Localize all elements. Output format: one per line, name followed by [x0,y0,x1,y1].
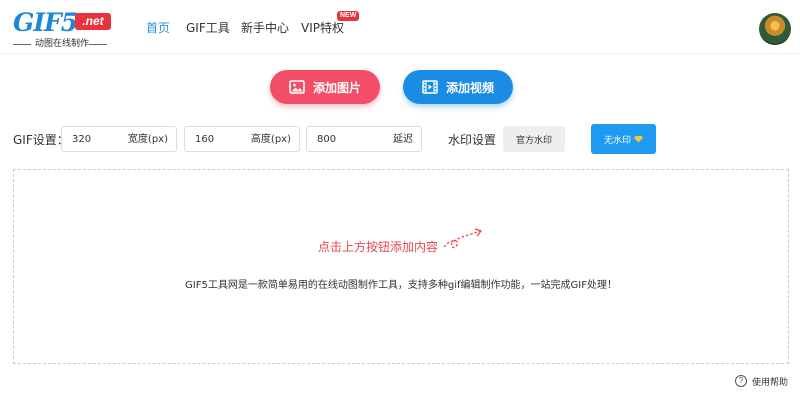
width-field[interactable]: 320 宽度(px) [61,126,177,152]
site-logo[interactable]: GIF5 .net 动图在线制作 [13,8,113,50]
delay-value: 800 [317,134,337,145]
help-label: 使用帮助 [752,377,789,388]
add-video-label: 添加视频 [445,80,494,95]
nav-item-vip[interactable]: VIP特权 [301,18,344,38]
logo-tagline: 动图在线制作 [35,39,90,49]
logo-suffix: .net [75,13,111,30]
help-link[interactable]: ? 使用帮助 [735,373,788,389]
delay-unit: 延迟 [393,134,413,145]
new-badge: NEW [337,11,360,21]
dropzone-description: GIF5工具网是一款简单易用的在线动图制作工具，支持多种gif编辑制作功能，一站… [185,280,617,291]
height-unit: 高度(px) [250,134,291,145]
nav-item-beginner-center[interactable]: 新手中心 [241,18,289,38]
height-field[interactable]: 160 高度(px) [184,126,300,152]
diamond-icon [634,135,643,143]
logo-tagline-row: 动图在线制作 [13,38,113,50]
delay-field[interactable]: 800 延迟 [306,126,422,152]
image-icon [289,80,305,94]
no-watermark-label: 无水印 [603,134,631,145]
nav-item-gif-tools[interactable]: GIF工具 [186,18,230,38]
user-avatar[interactable] [759,13,791,45]
official-watermark-button[interactable]: 官方水印 [503,126,565,152]
top-header: GIF5 .net 动图在线制作 首页 GIF工具 新手中心 VIP特权 NEW [0,0,800,54]
tagline-divider-right [89,44,107,45]
curly-arrow-icon [443,228,483,249]
add-image-label: 添加图片 [312,80,361,95]
tagline-divider-left [13,44,31,45]
height-value: 160 [195,134,215,145]
logo-text: GIF5 [13,8,78,37]
no-watermark-button[interactable]: 无水印 [591,124,656,154]
width-unit: 宽度(px) [127,134,168,145]
width-value: 320 [72,134,92,145]
add-image-button[interactable]: 添加图片 [270,70,380,104]
gif-settings-row: GIF设置： 320 宽度(px) 160 高度(px) 800 延迟 水印设置… [0,124,800,154]
question-icon: ? [735,375,747,387]
nav-item-home[interactable]: 首页 [146,18,170,38]
film-icon [422,80,438,94]
add-video-button[interactable]: 添加视频 [403,70,513,104]
dropzone-hint: 点击上方按钮添加内容 [318,240,439,254]
content-dropzone[interactable]: 点击上方按钮添加内容 GIF5工具网是一款简单易用的在线动图制作工具，支持多种g… [13,169,789,364]
watermark-settings-label: 水印设置 [448,133,497,147]
